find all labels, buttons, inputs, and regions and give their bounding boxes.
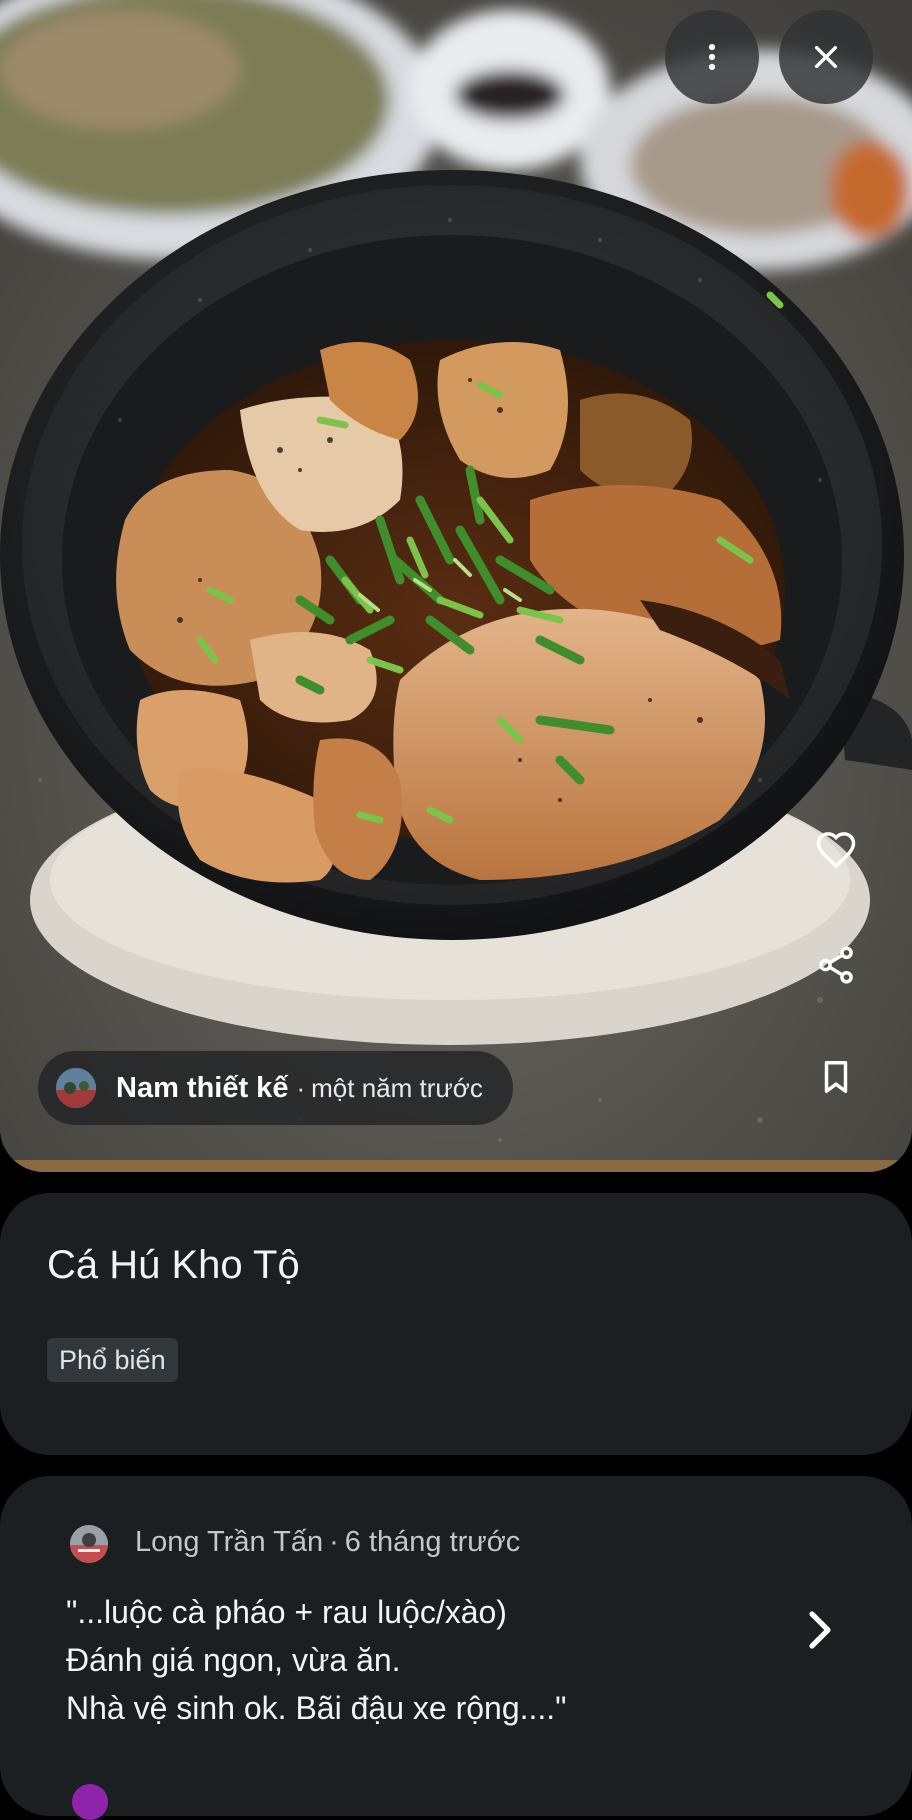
popular-badge: Phổ biến [47,1338,178,1382]
review-card[interactable]: Long Trần Tấn · 6 tháng trước "...luộc cà … [0,1476,912,1816]
review-line: Nhà vệ sinh ok. Bãi đậu xe rộng...." [66,1690,567,1726]
reviewer-name: Long Trần Tấn [135,1526,324,1558]
reviewer-info: Long Trần Tấn · 6 tháng trước [135,1526,520,1559]
close-icon [814,45,838,69]
review-timestamp: 6 tháng trước [344,1526,521,1558]
review-snippet: "...luộc cà pháo + rau luộc/xào) Đánh gi… [66,1588,786,1732]
dish-info-card: Cá Hú Kho Tộ Phổ biến [0,1193,912,1455]
review-line: Đánh giá ngon, vừa ăn. [66,1642,401,1678]
more-options-button[interactable] [665,10,759,104]
photo-author-chip[interactable]: Nam thiết kế · một năm trước [38,1051,513,1125]
author-separator: · [296,1072,306,1103]
more-vertical-icon [708,43,716,71]
chevron-right-icon [809,1611,831,1649]
photo-timestamp: một năm trước [311,1072,483,1103]
dish-title: Cá Hú Kho Tộ [47,1243,300,1287]
author-name: Nam thiết kế [116,1071,289,1104]
share-icon [819,946,853,984]
dish-photo [0,0,912,1172]
photo-viewer[interactable]: Nam thiết kế · một năm trước [0,0,912,1172]
author-avatar [56,1068,96,1108]
like-button[interactable] [800,815,872,887]
open-review-button[interactable] [800,1606,840,1654]
reviewer-avatar [70,1525,108,1563]
next-review-avatar [72,1784,108,1820]
bookmark-icon [824,1061,848,1093]
reviewer-separator: · [329,1526,339,1558]
review-line: "...luộc cà pháo + rau luộc/xào) [66,1594,507,1630]
save-button[interactable] [800,1041,872,1113]
share-button[interactable] [800,929,872,1001]
close-button[interactable] [779,10,873,104]
heart-outline-icon [816,832,856,869]
